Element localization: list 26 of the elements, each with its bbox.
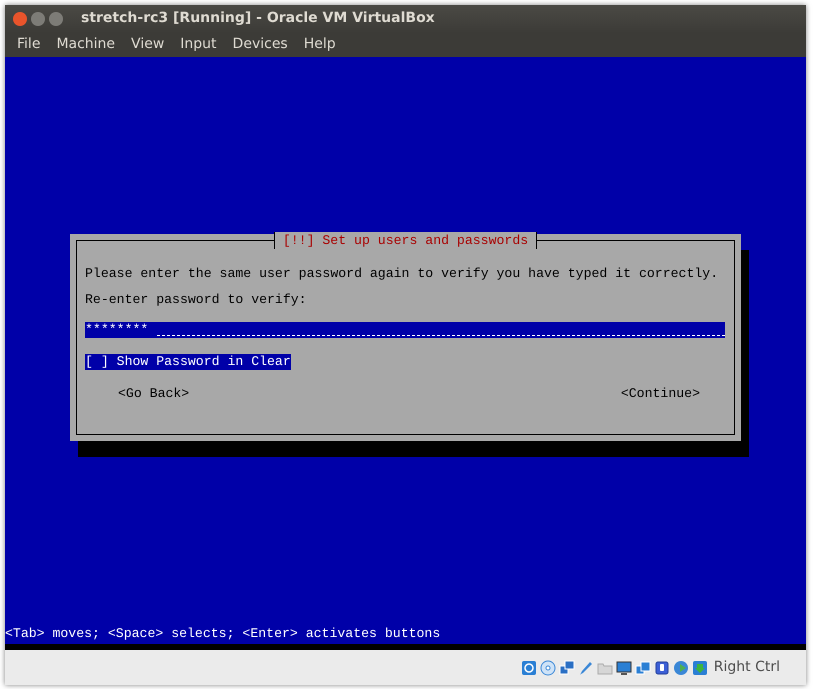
menu-item[interactable]: Help	[296, 34, 344, 55]
chip-icon[interactable]	[654, 660, 670, 676]
password-field[interactable]: ********	[85, 322, 725, 338]
show-password-checkbox[interactable]: [ ] Show Password in Clear	[85, 354, 291, 370]
prompt-label: Re-enter password to verify:	[85, 292, 308, 308]
host-key-label: Right Ctrl	[714, 658, 780, 677]
network-icon[interactable]	[558, 660, 575, 676]
pen-icon[interactable]	[578, 660, 594, 676]
windows-icon[interactable]	[634, 660, 651, 676]
maximize-button[interactable]	[49, 12, 63, 26]
disc-icon[interactable]	[540, 660, 556, 676]
keyboard-hint: <Tab> moves; <Space> selects; <Enter> activates buttons	[5, 626, 440, 642]
menu-item[interactable]: File	[9, 34, 48, 55]
menu-item[interactable]: Input	[172, 34, 225, 55]
minimize-button[interactable]	[31, 12, 45, 26]
window-title: stretch-rc3 [Running] - Oracle VM VirtualBox	[81, 9, 435, 28]
message-text: Please enter the same user password again to verify you have typed it correctly.	[85, 266, 720, 282]
go-back-button[interactable]: <Go Back>	[118, 386, 190, 402]
menu-item[interactable]: Devices	[224, 34, 296, 55]
dialog-title: [!!] Set up users and passwords	[274, 232, 538, 249]
download-icon[interactable]	[692, 660, 708, 676]
continue-button[interactable]: <Continue>	[620, 386, 700, 402]
menu-item[interactable]: Machine	[48, 34, 124, 55]
menu-item[interactable]: View	[123, 34, 172, 55]
monitor-icon[interactable]	[616, 660, 632, 676]
close-button[interactable]	[13, 12, 27, 26]
